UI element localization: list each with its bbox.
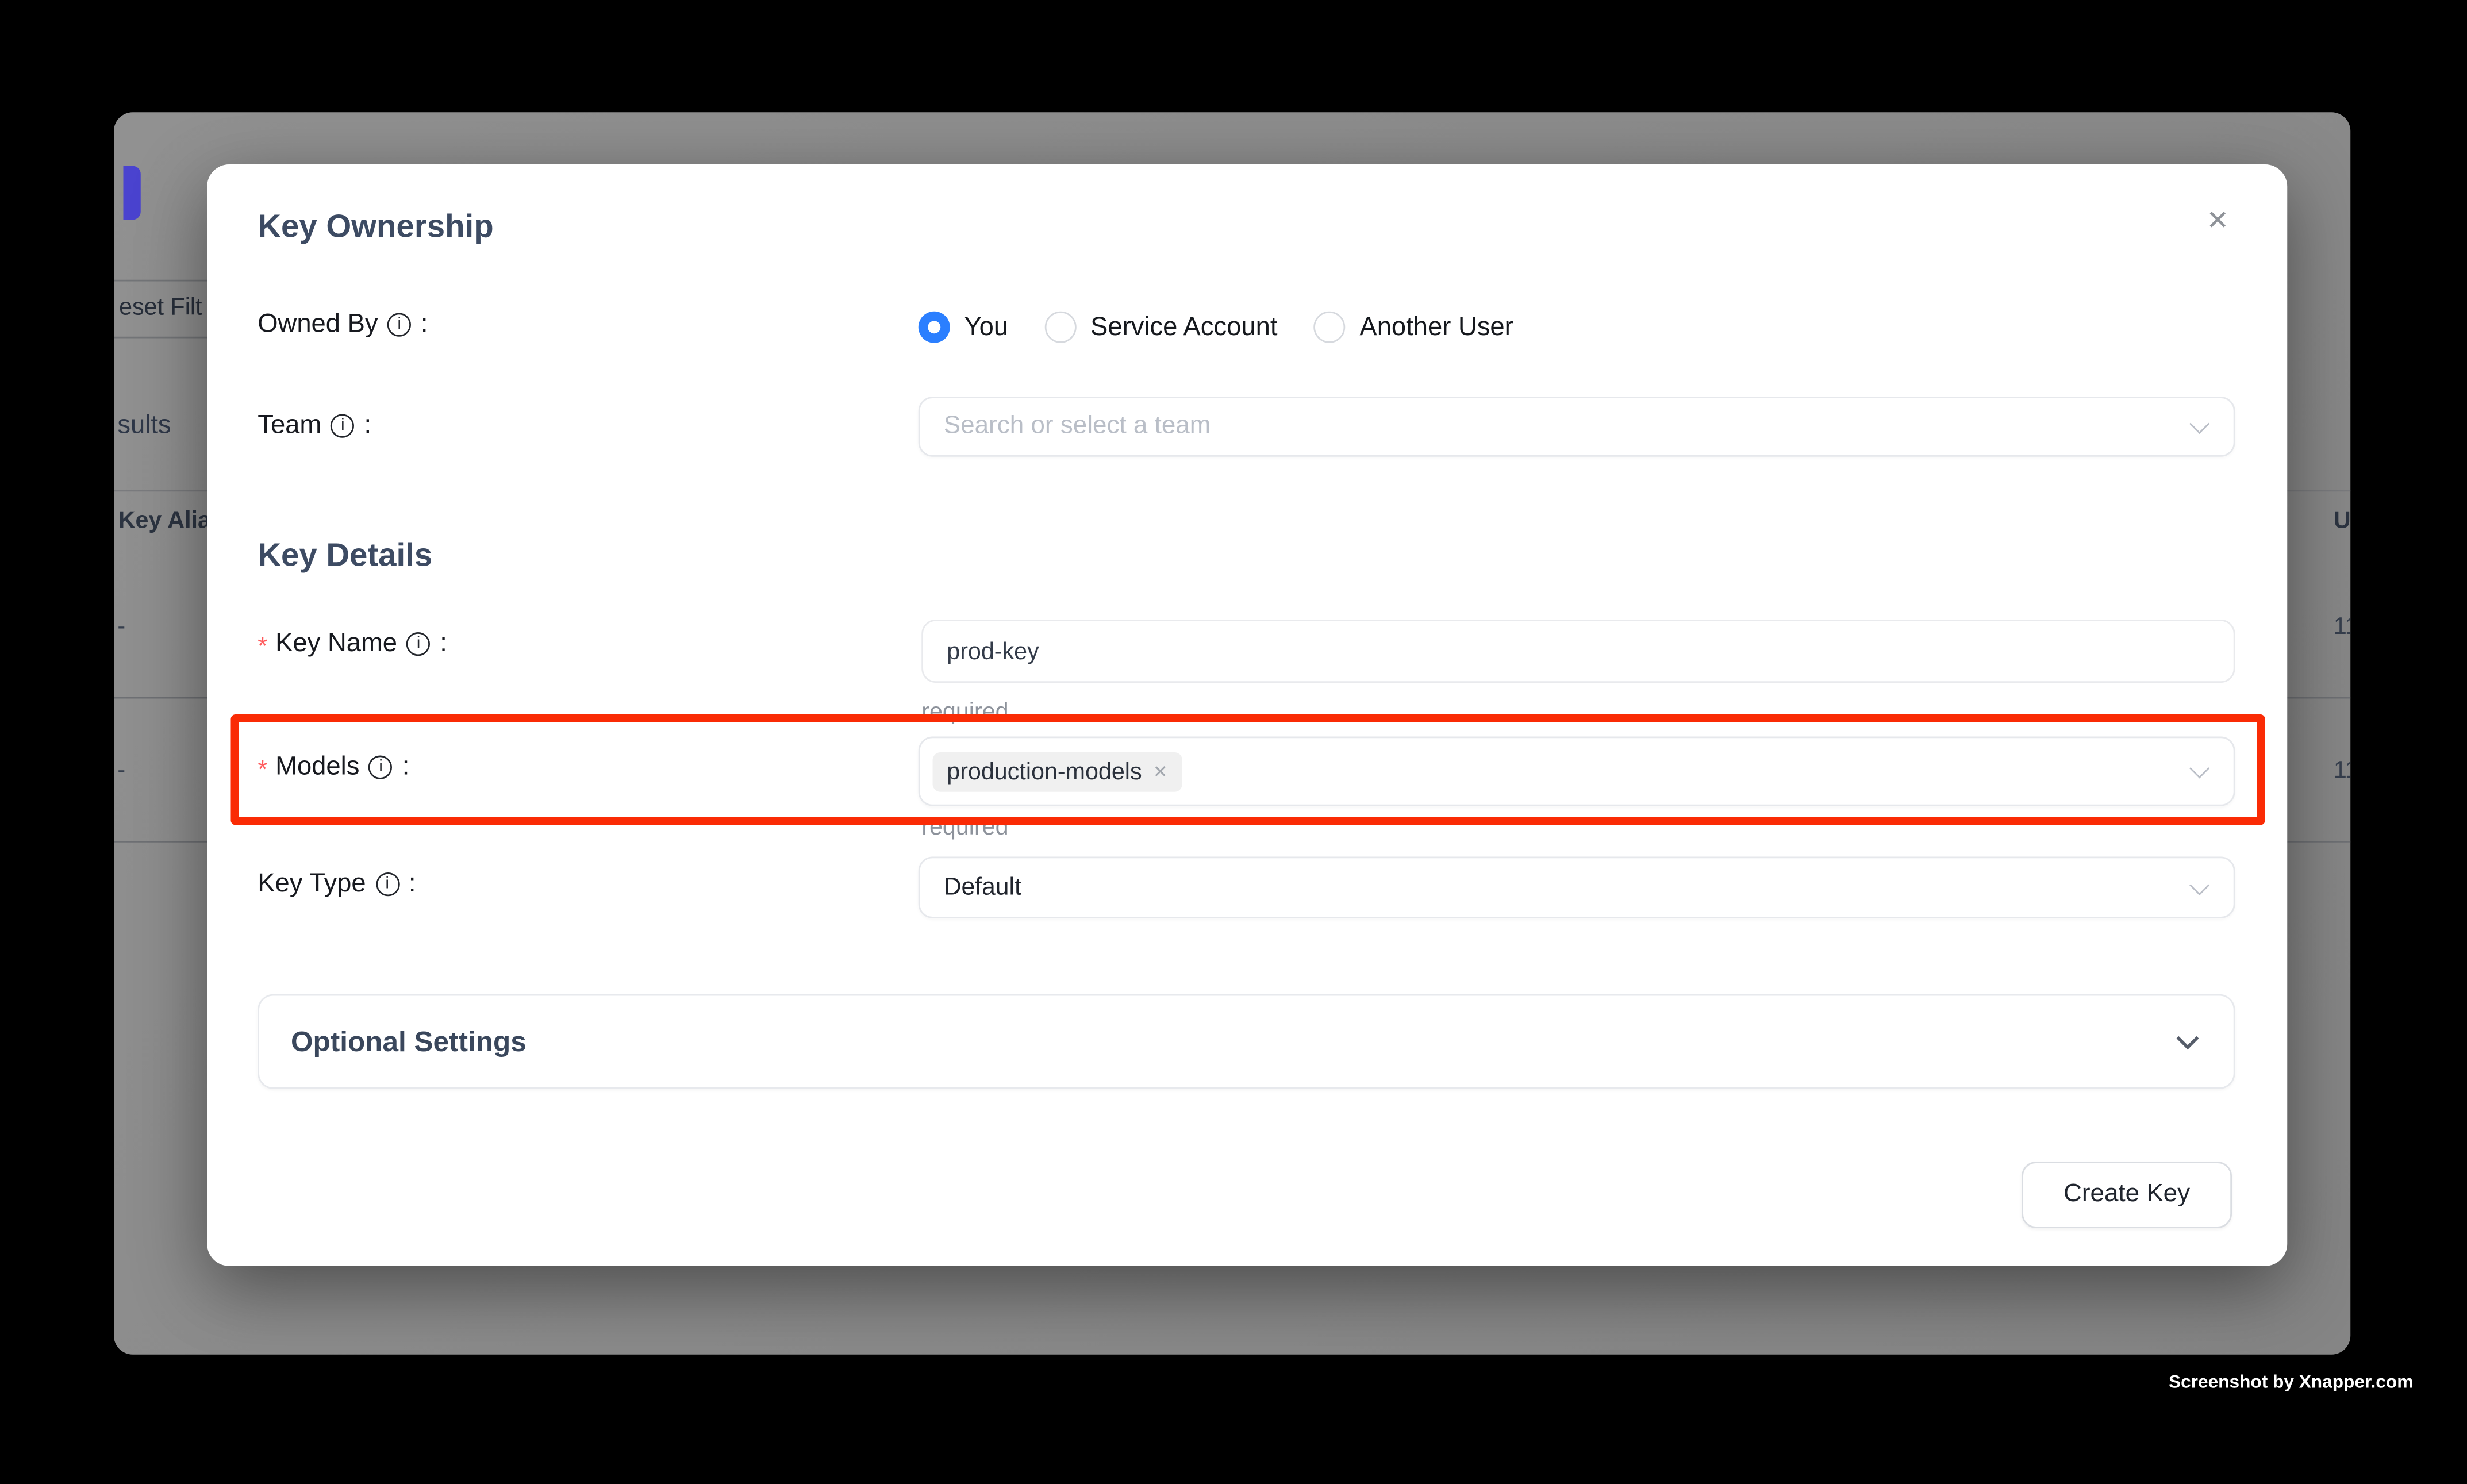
key-details-title: Key Details (258, 537, 432, 575)
label-colon: : (440, 629, 447, 659)
table-row: 11/ (2334, 757, 2351, 784)
results-count-text: sults (117, 411, 171, 441)
radio-unselected-icon[interactable] (1044, 312, 1076, 343)
watermark-text: Screenshot by Xnapper.com (2169, 1374, 2413, 1393)
key-name-input[interactable]: prod-key (921, 620, 2235, 683)
screenshot-canvas: eset Filt sults Key Alia Up - 11/ - 11/ … (0, 0, 2467, 1484)
optional-settings-panel[interactable]: Optional Settings (258, 994, 2235, 1089)
radio-selected-icon[interactable] (919, 312, 950, 343)
key-name-value: prod-key (947, 638, 1039, 665)
team-select[interactable]: Search or select a team (919, 397, 2235, 457)
label-colon: : (421, 310, 428, 340)
team-label-text: Team (258, 411, 321, 441)
radio-unselected-icon[interactable] (1314, 312, 1346, 343)
key-type-label-text: Key Type (258, 870, 366, 899)
key-type-value: Default (944, 873, 1021, 902)
radio-another-user[interactable]: Another User (1314, 312, 1513, 343)
team-select-placeholder: Search or select a team (944, 413, 1211, 441)
column-header-updated: Up (2334, 508, 2351, 535)
label-colon: : (364, 411, 371, 441)
reset-filters-label: eset Filt (119, 294, 202, 321)
column-header-key-alias: Key Alia (118, 508, 211, 535)
red-highlight-box (231, 714, 2265, 825)
chevron-down-icon (2189, 875, 2209, 895)
chevron-down-icon (2189, 414, 2209, 434)
table-row: 11/ (2334, 613, 2351, 640)
modal-title: Key Ownership (258, 209, 493, 247)
table-row: - (117, 613, 125, 640)
table-row: - (117, 757, 125, 784)
info-icon[interactable] (331, 414, 355, 438)
optional-settings-label: Optional Settings (291, 1025, 527, 1058)
team-label: Team : (258, 411, 371, 441)
owned-by-label-text: Owned By (258, 310, 378, 340)
chevron-down-icon (2177, 1027, 2199, 1049)
radio-service-account[interactable]: Service Account (1044, 312, 1277, 343)
radio-another-user-label: Another User (1359, 312, 1513, 342)
owned-by-label: Owned By : (258, 310, 428, 340)
radio-service-account-label: Service Account (1090, 312, 1277, 342)
owned-by-radio-group: You Service Account Another User (919, 312, 1513, 343)
key-type-select[interactable]: Default (919, 857, 2235, 918)
info-icon[interactable] (387, 313, 411, 337)
close-icon[interactable]: ✕ (2196, 199, 2240, 244)
info-icon[interactable] (406, 632, 430, 656)
label-colon: : (409, 870, 416, 899)
create-key-button[interactable]: Create Key (2022, 1162, 2232, 1228)
required-asterisk: * (258, 633, 267, 662)
info-icon[interactable] (375, 872, 399, 896)
radio-you[interactable]: You (919, 312, 1008, 343)
key-type-label: Key Type : (258, 870, 416, 899)
key-name-label-text: Key Name (275, 629, 397, 659)
indigo-button-fragment[interactable] (123, 166, 140, 220)
radio-you-label: You (964, 312, 1009, 342)
key-name-label: * Key Name : (258, 629, 447, 659)
